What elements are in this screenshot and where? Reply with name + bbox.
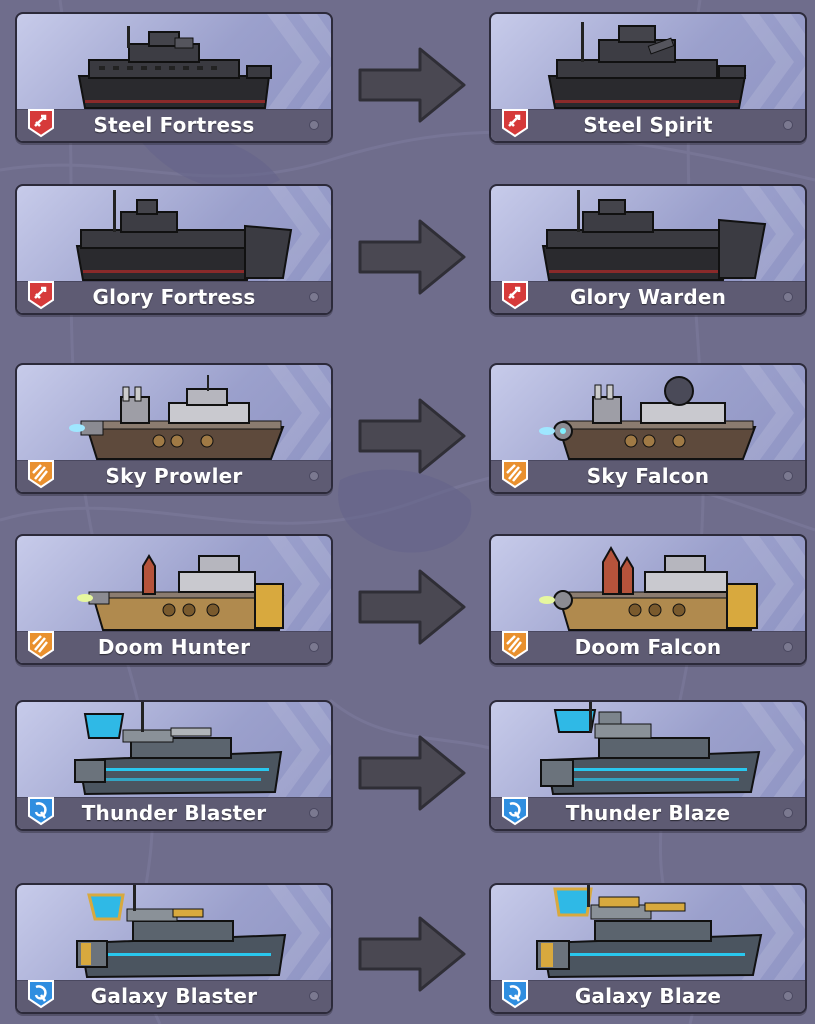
ship-card-to[interactable]: Galaxy Blaze xyxy=(489,883,807,1014)
upgrade-arrow-icon xyxy=(358,219,466,295)
info-dot xyxy=(783,808,793,818)
ship-card-from[interactable]: Steel Fortress xyxy=(15,12,333,143)
ship-card-to[interactable]: Doom Falcon xyxy=(489,534,807,665)
ship-name: Galaxy Blaster xyxy=(90,984,258,1008)
ship-image-steel xyxy=(540,702,761,796)
info-dot xyxy=(309,808,319,818)
upgrade-arrow-icon xyxy=(358,398,466,474)
ship-card-to[interactable]: Sky Falcon xyxy=(489,363,807,494)
ship-card-from[interactable]: Glory Fortress xyxy=(15,184,333,315)
ship-card-from[interactable]: Sky Prowler xyxy=(15,363,333,494)
upgrade-arrow-icon xyxy=(358,735,466,811)
info-dot xyxy=(783,120,793,130)
ship-name: Thunder Blaze xyxy=(565,801,731,825)
ship-image-dark xyxy=(541,190,767,281)
info-dot xyxy=(309,991,319,1001)
ship-image-dark xyxy=(75,190,293,281)
ship-card-from[interactable]: Galaxy Blaster xyxy=(15,883,333,1014)
info-dot xyxy=(309,292,319,302)
upgrade-arrow-icon xyxy=(358,47,466,123)
ship-name: Sky Falcon xyxy=(586,464,710,488)
ship-name: Glory Warden xyxy=(569,285,727,309)
upgrade-arrow-icon xyxy=(358,569,466,645)
ship-card-to[interactable]: Steel Spirit xyxy=(489,12,807,143)
ship-image-steel xyxy=(74,702,283,796)
ship-image-dark xyxy=(547,22,747,109)
ship-image-gold xyxy=(77,554,285,631)
ship-name: Doom Falcon xyxy=(574,635,722,659)
ship-name: Steel Spirit xyxy=(583,113,713,137)
info-dot xyxy=(783,991,793,1001)
ship-image-brown xyxy=(539,376,757,460)
ship-name: Galaxy Blaze xyxy=(574,984,722,1008)
info-dot xyxy=(309,642,319,652)
upgrade-arrow-icon xyxy=(358,916,466,992)
ship-image-steel-gold xyxy=(536,885,763,979)
ship-name: Sky Prowler xyxy=(105,464,243,488)
info-dot xyxy=(309,120,319,130)
ship-image-dark xyxy=(77,26,272,109)
info-dot xyxy=(783,292,793,302)
background-map xyxy=(0,0,815,1024)
ship-name: Thunder Blaster xyxy=(81,801,267,825)
ship-image-brown xyxy=(69,375,285,460)
ship-image-gold xyxy=(539,545,758,631)
ship-image-steel-gold xyxy=(76,885,287,979)
info-dot xyxy=(783,642,793,652)
ship-name: Doom Hunter xyxy=(97,635,251,659)
ship-card-to[interactable]: Thunder Blaze xyxy=(489,700,807,831)
ship-name: Glory Fortress xyxy=(92,285,256,309)
info-dot xyxy=(309,471,319,481)
ship-card-to[interactable]: Glory Warden xyxy=(489,184,807,315)
ship-name: Steel Fortress xyxy=(93,113,255,137)
ship-card-from[interactable]: Thunder Blaster xyxy=(15,700,333,831)
info-dot xyxy=(783,471,793,481)
ship-card-from[interactable]: Doom Hunter xyxy=(15,534,333,665)
